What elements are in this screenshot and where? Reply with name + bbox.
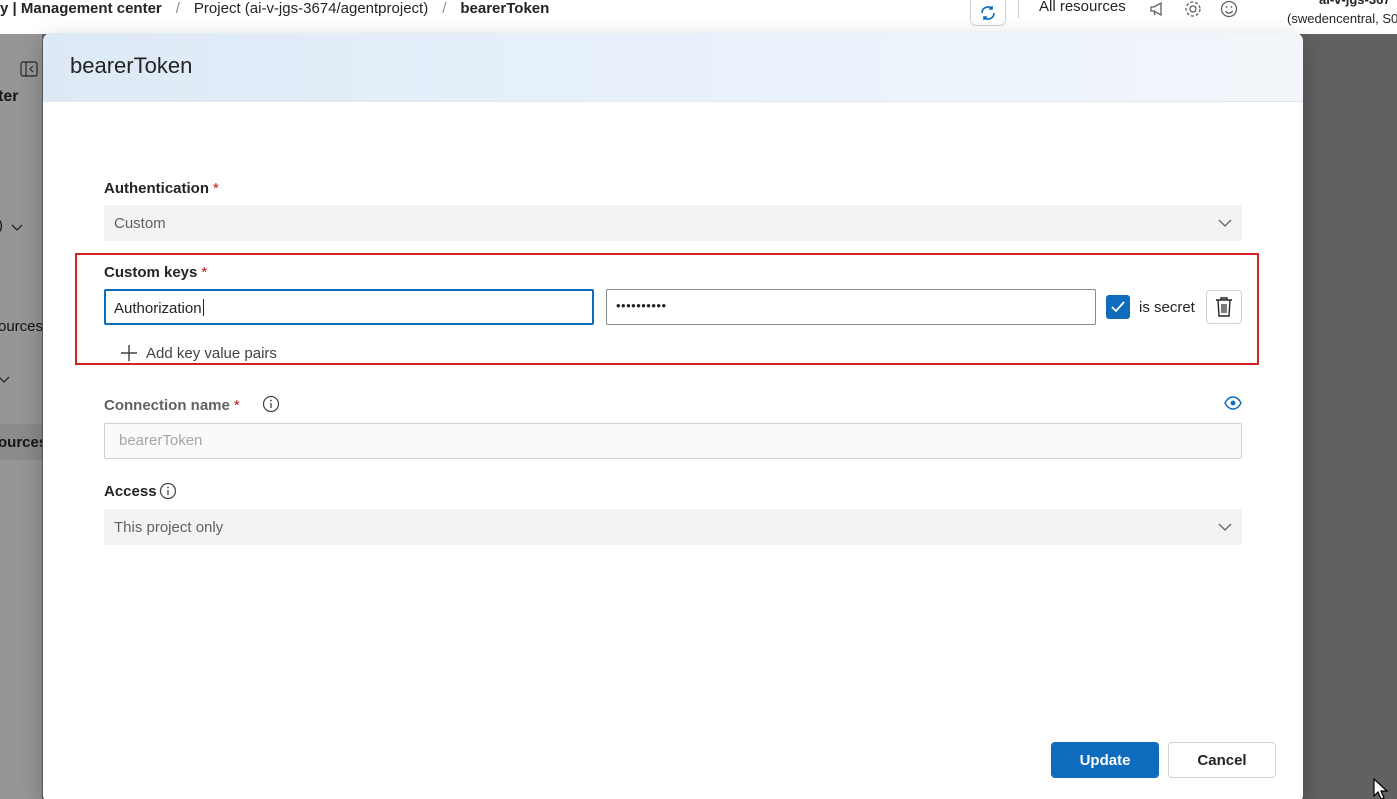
authentication-label-text: Authentication	[104, 180, 209, 197]
account-region: (swedencentral, S0	[1287, 11, 1397, 26]
breadcrumb-item-management-center[interactable]: y | Management center	[0, 0, 162, 17]
checkmark-icon	[1111, 301, 1125, 313]
required-marker: *	[213, 180, 219, 197]
breadcrumb-item-current: bearerToken	[460, 0, 550, 17]
breadcrumb-separator: /	[442, 0, 447, 17]
update-button[interactable]: Update	[1051, 742, 1159, 778]
breadcrumb-separator: /	[175, 0, 180, 17]
trash-icon	[1216, 297, 1232, 317]
custom-keys-label: Custom keys *	[104, 264, 207, 281]
mouse-cursor-icon	[1373, 778, 1389, 799]
dialog-header: bearerToken	[43, 33, 1303, 102]
info-icon[interactable]	[159, 482, 177, 500]
info-icon[interactable]	[262, 395, 280, 413]
add-key-value-pairs-label: Add key value pairs	[146, 344, 277, 362]
masked-secret-value: ••••••••••	[616, 298, 667, 313]
dialog-title: bearerToken	[70, 53, 193, 78]
chevron-down-icon	[1218, 523, 1232, 531]
header-actions: All resources	[970, 0, 1256, 28]
copilot-button[interactable]	[970, 0, 1006, 26]
access-label: Access	[104, 483, 157, 500]
add-key-value-pairs-button[interactable]: Add key value pairs	[120, 344, 277, 362]
chevron-down-icon	[1218, 219, 1232, 227]
connection-name-label: Connection name *	[104, 397, 240, 414]
text-caret	[202, 299, 204, 316]
gear-icon[interactable]	[1184, 0, 1202, 18]
access-select[interactable]: This project only	[104, 509, 1242, 545]
all-resources-link[interactable]: All resources	[1039, 0, 1126, 15]
connection-name-placeholder: bearerToken	[119, 432, 203, 449]
feedback-smiley-icon[interactable]	[1220, 0, 1238, 18]
delete-key-button[interactable]	[1206, 290, 1242, 324]
custom-keys-label-text: Custom keys	[104, 264, 198, 281]
is-secret-label: is secret	[1139, 299, 1195, 316]
account-name: ai-v-jgs-367	[1319, 0, 1391, 6]
custom-key-name-text: Authorization	[114, 300, 202, 317]
connection-name-input[interactable]: bearerToken	[104, 423, 1242, 459]
cancel-button[interactable]: Cancel	[1168, 742, 1276, 778]
edit-connection-dialog: bearerToken Authentication * Custom Custo…	[43, 33, 1303, 799]
app-header: y | Management center / Project (ai-v-jg…	[0, 0, 1397, 34]
custom-key-name-value: Authorization	[114, 299, 204, 317]
is-secret-checkbox[interactable]	[1106, 295, 1130, 319]
breadcrumb: y | Management center / Project (ai-v-jg…	[0, 0, 549, 17]
authentication-select[interactable]: Custom	[104, 205, 1242, 241]
required-marker: *	[233, 397, 240, 414]
connection-name-label-text: Connection name	[104, 397, 230, 414]
breadcrumb-item-project[interactable]: Project (ai-v-jgs-3674/agentproject)	[194, 0, 428, 17]
authentication-value: Custom	[114, 215, 166, 232]
eye-icon[interactable]	[1224, 396, 1242, 410]
copilot-icon	[981, 5, 995, 20]
authentication-label: Authentication *	[104, 180, 219, 197]
megaphone-icon[interactable]	[1148, 0, 1166, 18]
access-value: This project only	[114, 519, 224, 536]
plus-icon	[121, 345, 137, 361]
header-divider	[1018, 0, 1019, 18]
custom-key-name-input[interactable]: Authorization	[104, 289, 594, 325]
required-marker: *	[201, 264, 208, 281]
custom-key-value-input[interactable]: ••••••••••	[606, 289, 1096, 325]
